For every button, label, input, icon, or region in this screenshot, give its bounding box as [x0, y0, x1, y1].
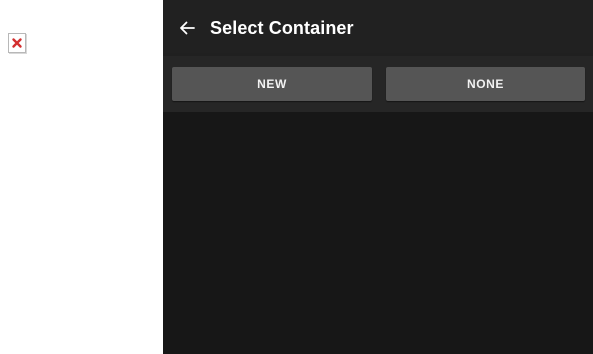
arrow-left-icon: [180, 21, 195, 35]
broken-image-icon: [8, 33, 26, 53]
red-x-icon: [12, 38, 22, 48]
page-title: Select Container: [210, 18, 354, 38]
none-button[interactable]: NONE: [386, 67, 585, 101]
back-button[interactable]: [163, 0, 211, 56]
new-button[interactable]: NEW: [172, 67, 372, 101]
container-list-area: [163, 112, 593, 354]
app-panel: Select Container NEW NONE: [163, 0, 593, 354]
app-bar: Select Container: [163, 0, 593, 56]
action-button-bar: NEW NONE: [163, 56, 593, 112]
